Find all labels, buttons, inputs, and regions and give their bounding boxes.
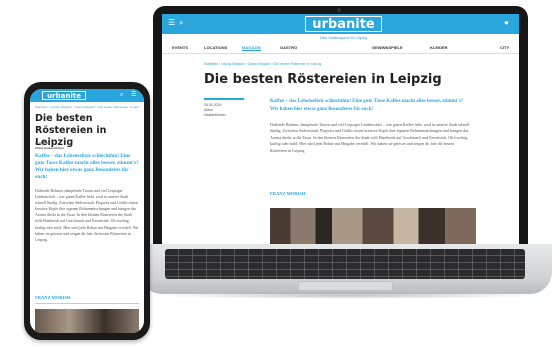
mobile-search-icon[interactable]: ⌕ — [120, 91, 123, 99]
site-topbar: ☰ ⌕ urbanite ● — [162, 14, 519, 34]
page-title: Die besten Röstereien in Leipzig — [204, 72, 442, 87]
phone-screen: urbanite ⌕ ☰ Startseite › Leipzig Magazi… — [30, 89, 144, 333]
mobile-article-image — [35, 309, 139, 333]
mobile-breadcrumb[interactable]: Startseite › Leipzig Magazin › Gastro Ma… — [35, 105, 139, 109]
article-lead: Kaffee – das Lebenselixir schlechthin! E… — [270, 99, 464, 112]
divider — [35, 303, 139, 304]
mobile-topbar: urbanite ⌕ ☰ — [30, 89, 144, 102]
nav-item-gastro[interactable]: GASTRO — [280, 45, 297, 50]
search-icon[interactable]: ⌕ — [179, 18, 183, 28]
nav-item-events[interactable]: EVENTS — [172, 45, 188, 50]
nav-item-city[interactable]: CITY — [500, 45, 509, 50]
article-author-last: Haaldettintner — [204, 113, 226, 117]
mobile-section-label: FRANZ MORISH — [35, 295, 71, 300]
mobile-article-meta: 26.03.2024 Allina Haaldettintner — [35, 141, 95, 150]
laptop-screen: ☰ ⌕ urbanite ● Dein Stadtmagazin für Lei… — [162, 14, 519, 246]
nav-item-magazin[interactable]: MAGAZIN — [242, 45, 261, 51]
user-icon[interactable]: ● — [504, 18, 509, 28]
laptop-trackpad — [298, 281, 393, 291]
article-meta: 26.03.2024 Allina Haaldettintner — [204, 98, 244, 118]
laptop-keyboard — [165, 249, 525, 279]
article-body: Duftende Bohnen, dampfende Tassen und vi… — [270, 122, 470, 153]
breadcrumb[interactable]: Startseite › Leipzig Magazin › Gastro Ma… — [204, 62, 321, 66]
menu-icon[interactable]: ☰ — [168, 18, 175, 28]
article-image — [270, 208, 476, 246]
mobile-article-body: Duftende Bohnen, dampfende Tassen und vi… — [35, 189, 139, 242]
laptop-camera — [337, 8, 341, 12]
nav-item-locations[interactable]: LOCATIONS — [204, 45, 227, 50]
laptop-shadow — [150, 292, 545, 299]
nav-item-kleider[interactable]: KLEIDER — [430, 45, 448, 50]
mobile-article-author: Allina Haaldettintner — [35, 145, 65, 150]
section-label: FRANZ MORISH — [270, 191, 306, 196]
site-logo[interactable]: urbanite — [305, 16, 382, 32]
nav-item-gewinnspiele[interactable]: GEWINNSPIELE — [372, 45, 403, 50]
mobile-site-logo[interactable]: urbanite — [42, 91, 86, 100]
main-nav: EVENTS LOCATIONS MAGAZIN GASTRO GEWINNSP… — [162, 41, 519, 54]
mobile-menu-icon[interactable]: ☰ — [131, 91, 136, 99]
mobile-article-lead: Kaffee – das Lebenselixir schlechthin! E… — [35, 153, 139, 180]
site-tagline: Dein Stadtmagazin für Leipzig — [320, 36, 367, 40]
